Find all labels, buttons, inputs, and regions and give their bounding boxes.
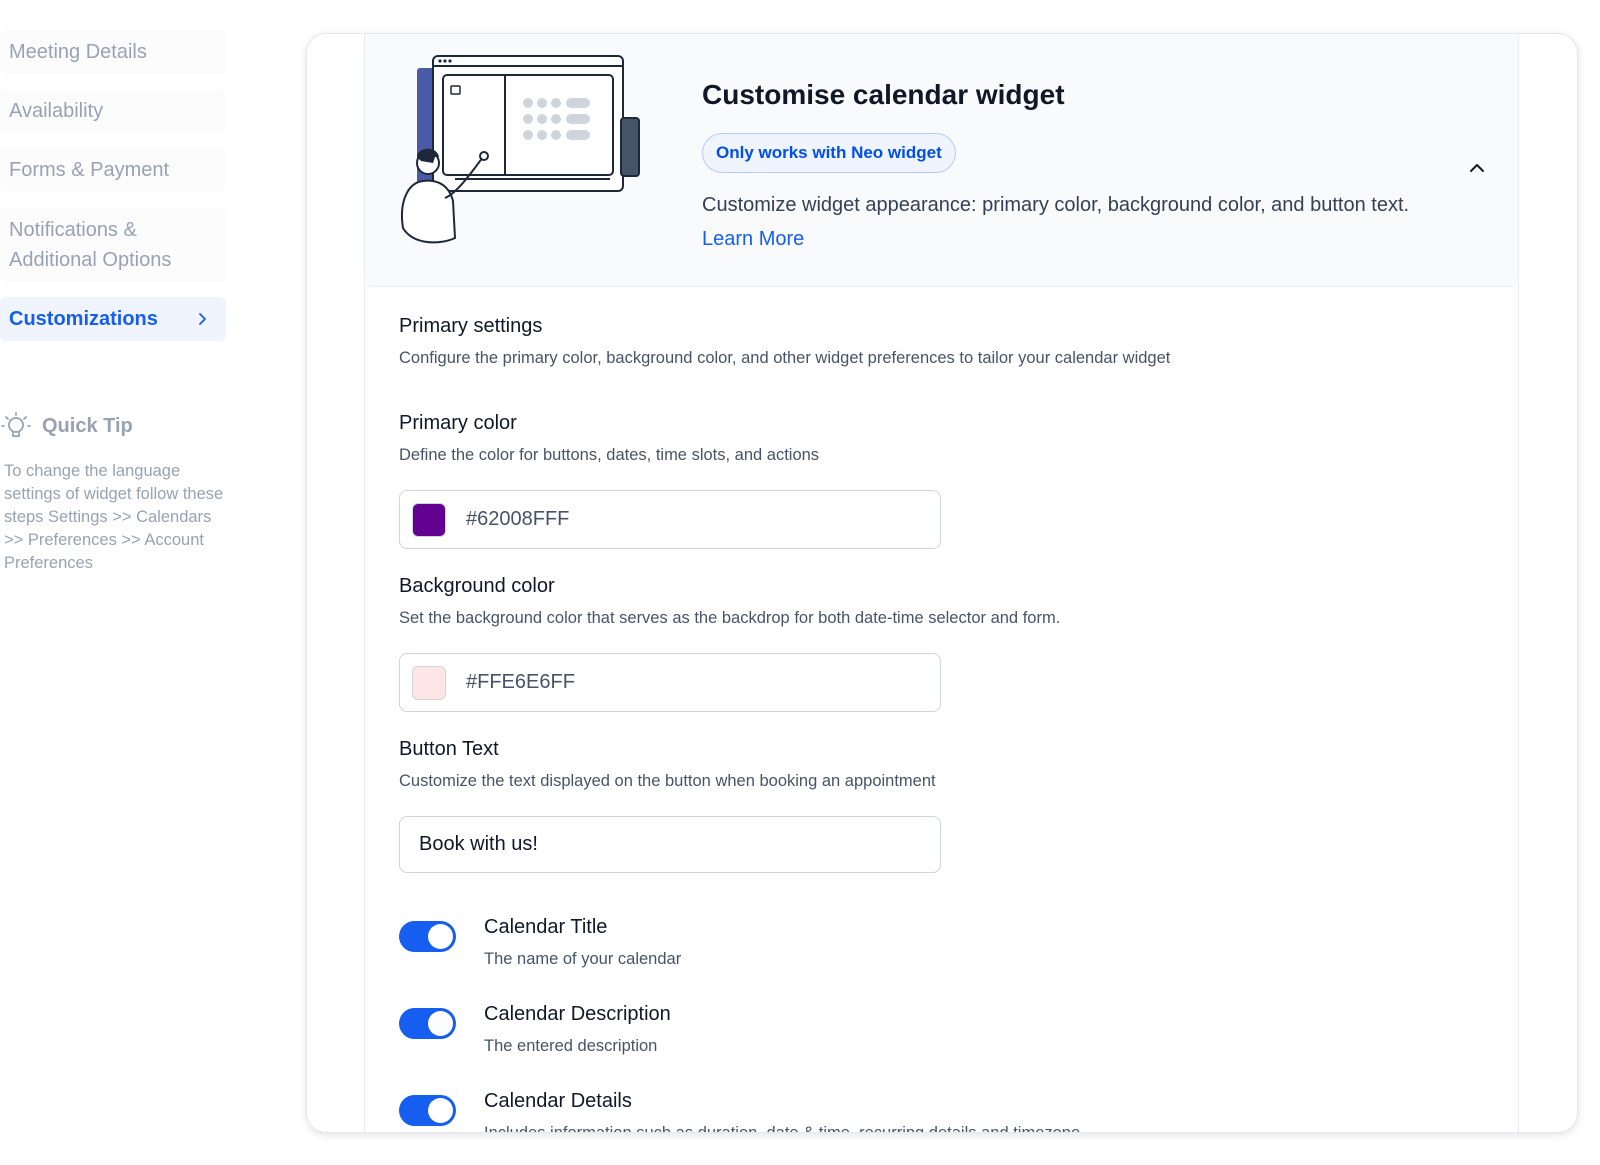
calendar-description-toggle[interactable] xyxy=(399,1008,456,1039)
calendar-title-toggle[interactable] xyxy=(399,921,456,952)
widget-hero: Customise calendar widget Only works wit… xyxy=(365,34,1518,287)
button-text-input[interactable]: Book with us! xyxy=(399,816,941,873)
quick-tip-body: To change the language settings of widge… xyxy=(4,462,224,572)
sidebar-item-label: Notifications & Additional Options xyxy=(9,218,172,271)
hero-title: Customise calendar widget xyxy=(702,79,1065,110)
background-color-swatch[interactable] xyxy=(412,665,446,700)
sidebar-item-label: Meeting Details xyxy=(9,41,147,63)
quick-tip: Quick Tip To change the language setting… xyxy=(0,410,225,575)
primary-color-section: Primary color Define the color for butto… xyxy=(399,412,819,465)
primary-color-value: #62008FFF xyxy=(466,508,570,530)
calendar-widget-illustration xyxy=(401,55,640,244)
sidebar-item-label: Forms & Payment xyxy=(9,159,170,181)
toggle-title: Calendar Description xyxy=(484,1003,671,1025)
sidebar-item-meeting-details[interactable]: Meeting Details xyxy=(0,30,226,74)
neo-widget-badge: Only works with Neo widget xyxy=(702,133,956,173)
button-text-section: Button Text Customize the text displayed… xyxy=(399,738,936,791)
toggle-title: Calendar Title xyxy=(484,916,608,938)
button-text-help: Customize the text displayed on the butt… xyxy=(399,772,936,790)
button-text-label: Button Text xyxy=(399,738,499,760)
customization-card: Customise calendar widget Only works wit… xyxy=(306,33,1578,1133)
background-color-value: #FFE6E6FF xyxy=(466,671,575,693)
calendar-details-setting: Calendar Details Includes information su… xyxy=(399,1090,1081,1133)
chevron-right-icon xyxy=(199,313,206,325)
chevron-up-icon[interactable] xyxy=(1466,157,1488,179)
toggle-subtitle: The name of your calendar xyxy=(484,950,682,968)
sidebar-item-forms-payment[interactable]: Forms & Payment xyxy=(0,148,226,192)
sidebar-item-availability[interactable]: Availability xyxy=(0,89,226,133)
learn-more-link[interactable]: Learn More xyxy=(702,228,804,251)
primary-color-swatch[interactable] xyxy=(412,502,446,537)
background-color-input[interactable]: #FFE6E6FF xyxy=(399,653,941,712)
toggle-title: Calendar Details xyxy=(484,1090,632,1112)
primary-settings-title: Primary settings xyxy=(399,315,543,337)
background-color-label: Background color xyxy=(399,575,555,597)
sidebar-item-customizations[interactable]: Customizations xyxy=(0,297,226,341)
background-color-help: Set the background color that serves as … xyxy=(399,609,1061,627)
hero-description: Customize widget appearance: primary col… xyxy=(702,194,1410,216)
calendar-title-setting: Calendar Title The name of your calendar xyxy=(399,916,681,969)
settings-sidebar: Meeting Details Availability Forms & Pay… xyxy=(0,30,226,356)
primary-color-input[interactable]: #62008FFF xyxy=(399,490,941,549)
primary-settings-section: Primary settings Configure the primary c… xyxy=(399,315,1170,368)
calendar-details-toggle[interactable] xyxy=(399,1095,456,1126)
primary-color-label: Primary color xyxy=(399,412,517,434)
sidebar-item-notifications[interactable]: Notifications & Additional Options xyxy=(0,207,226,282)
background-color-section: Background color Set the background colo… xyxy=(399,575,1060,628)
card-content: Customise calendar widget Only works wit… xyxy=(364,34,1519,1133)
primary-settings-subtitle: Configure the primary color, background … xyxy=(399,349,1171,367)
toggle-subtitle: The entered description xyxy=(484,1037,658,1055)
lightbulb-icon xyxy=(1,412,31,437)
primary-color-help: Define the color for buttons, dates, tim… xyxy=(399,446,820,464)
toggle-subtitle: Includes information such as duration, d… xyxy=(484,1124,1081,1133)
quick-tip-title: Quick Tip xyxy=(42,414,133,437)
sidebar-item-label: Availability xyxy=(9,100,104,122)
sidebar-item-label: Customizations xyxy=(9,308,158,330)
calendar-description-setting: Calendar Description The entered descrip… xyxy=(399,1003,671,1056)
